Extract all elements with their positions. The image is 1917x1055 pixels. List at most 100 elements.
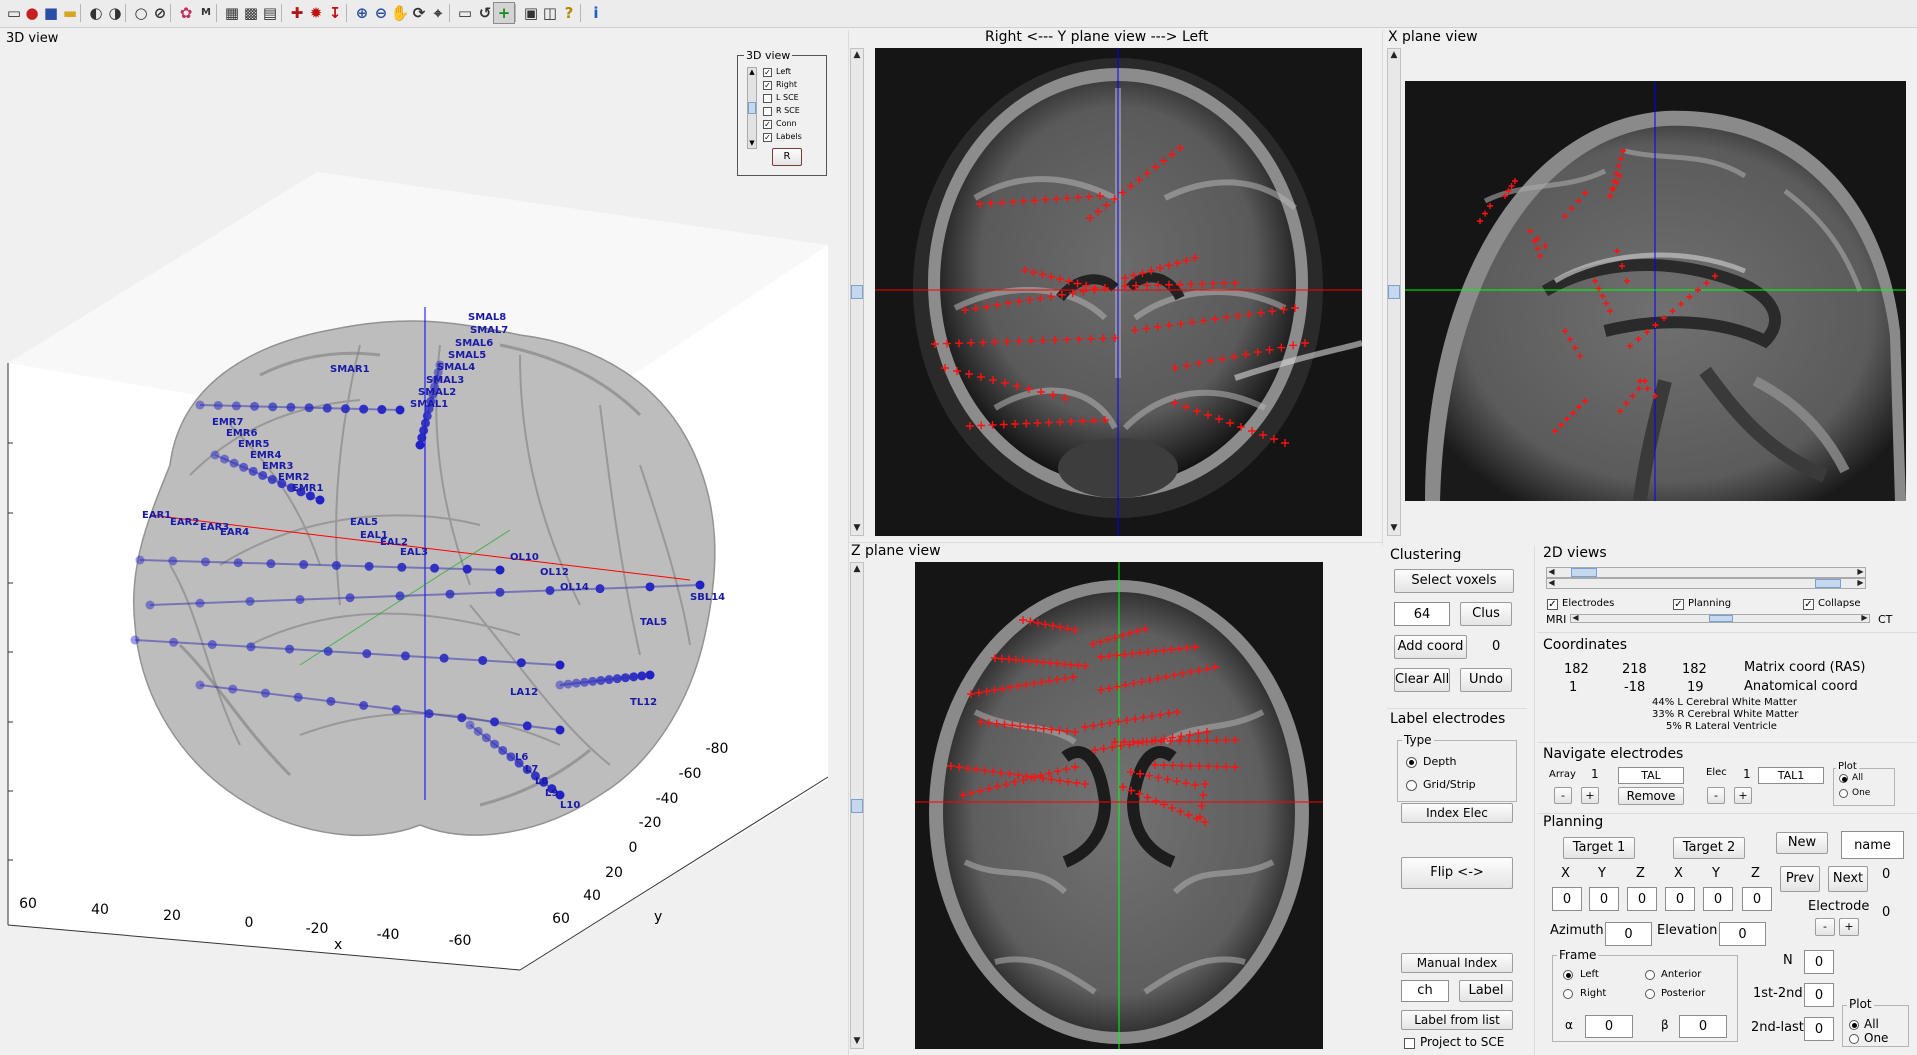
zplane-image[interactable] — [915, 562, 1323, 1049]
navigate-plot-one-radio[interactable] — [1839, 789, 1848, 798]
color-wheel-tool-button[interactable]: ✿ — [175, 2, 197, 24]
mri-tool-button[interactable]: M — [195, 2, 217, 24]
prev-button[interactable]: Prev — [1780, 866, 1820, 892]
legend-checkbox[interactable] — [763, 94, 772, 103]
frame-left-radio[interactable] — [1563, 970, 1573, 980]
target1-button[interactable]: Target 1 — [1563, 837, 1635, 859]
yplane-scrollbar[interactable]: ▲ ▼ — [850, 48, 864, 536]
frame-right-radio[interactable] — [1563, 989, 1573, 999]
cluster-size-input[interactable] — [1394, 602, 1450, 626]
zplane-scroll-thumb[interactable] — [851, 799, 863, 813]
second-last-input[interactable] — [1804, 1017, 1834, 1041]
xplane-scrollbar[interactable]: ▲ ▼ — [1387, 48, 1401, 536]
planning-coord-input[interactable] — [1589, 887, 1619, 911]
n-input[interactable] — [1804, 950, 1834, 974]
views2d-slider-top[interactable]: ◀ ▶ — [1546, 567, 1866, 578]
brain-crossed-tool-button[interactable]: ◑ — [104, 2, 126, 24]
legend-scroll-thumb[interactable] — [748, 102, 756, 114]
azimuth-input[interactable] — [1605, 922, 1652, 946]
manual-index-button[interactable]: Manual Index — [1401, 953, 1513, 973]
new-plan-button[interactable]: New — [1776, 832, 1828, 854]
select-voxels-button[interactable]: Select voxels — [1394, 569, 1514, 593]
elevation-input[interactable] — [1719, 922, 1766, 946]
slider-left-icon[interactable]: ◀ — [1571, 613, 1580, 622]
elec-minus-button[interactable]: - — [1707, 787, 1725, 804]
scroll-down-icon[interactable]: ▼ — [851, 1035, 863, 1048]
electrode-minus-button[interactable]: - — [1815, 918, 1835, 936]
views2d-slider-bottom[interactable]: ◀ ▶ — [1546, 578, 1866, 589]
target2-button[interactable]: Target 2 — [1673, 837, 1745, 859]
scroll-up-icon[interactable]: ▲ — [851, 49, 863, 62]
add-plot-tool-button[interactable]: + — [493, 2, 515, 24]
legend-checkbox[interactable]: ✓ — [763, 120, 772, 129]
plan-name-input[interactable] — [1841, 831, 1904, 859]
next-button[interactable]: Next — [1828, 866, 1868, 892]
scroll-up-icon[interactable]: ▲ — [748, 68, 756, 76]
slider-thumb[interactable] — [1815, 579, 1841, 588]
undo-button[interactable]: Undo — [1460, 668, 1512, 692]
array-minus-button[interactable]: - — [1554, 787, 1572, 804]
legend-scrollbar[interactable]: ▲ ▼ — [747, 67, 757, 149]
array-plus-button[interactable]: + — [1581, 787, 1599, 804]
electrodes-checkbox[interactable]: ✓ — [1547, 599, 1558, 610]
scroll-down-icon[interactable]: ▼ — [748, 139, 756, 147]
frame-anterior-radio[interactable] — [1645, 970, 1655, 980]
depth-radio[interactable] — [1406, 757, 1417, 768]
mri-ct-slider-thumb[interactable] — [1709, 615, 1733, 622]
document-tool-button[interactable]: ▤ — [259, 2, 281, 24]
scroll-up-icon[interactable]: ▲ — [851, 563, 863, 576]
project-to-sce-checkbox[interactable] — [1404, 1038, 1415, 1049]
planning-coord-input[interactable] — [1665, 887, 1695, 911]
planning-coord-input[interactable] — [1742, 887, 1772, 911]
label-button[interactable]: Label — [1459, 980, 1513, 1002]
view3d-canvas[interactable]: SMAL8 SMAL7 SMAL6SMAL5SMAL4 SMAL3SMAL2SMAL1… — [0, 45, 848, 1055]
slider-right-icon[interactable]: ▶ — [1860, 613, 1869, 622]
data-cursor-tool-button[interactable]: ⌖ — [427, 2, 449, 24]
planning-coord-input[interactable] — [1552, 887, 1582, 911]
array-name-input[interactable] — [1618, 767, 1684, 784]
first-second-input[interactable] — [1804, 983, 1834, 1007]
planning-checkbox[interactable]: ✓ — [1673, 599, 1684, 610]
lasso-crossed-tool-button[interactable]: ⊘ — [149, 2, 171, 24]
label-from-list-button[interactable]: Label from list — [1401, 1010, 1513, 1030]
legend-checkbox[interactable]: ✓ — [763, 133, 772, 142]
open-folder-tool-button[interactable]: ▬ — [59, 2, 81, 24]
scroll-down-icon[interactable]: ▼ — [851, 522, 863, 535]
colorbar-tool-button[interactable]: ▭ — [454, 2, 476, 24]
elec-plus-button[interactable]: + — [1734, 787, 1752, 804]
clear-all-button[interactable]: Clear All — [1394, 668, 1450, 692]
yplane-image[interactable] — [875, 48, 1362, 536]
flip-button[interactable]: Flip <-> — [1401, 857, 1513, 889]
legend-r-button[interactable]: R — [772, 148, 802, 166]
planning-plot-one-radio[interactable] — [1849, 1034, 1859, 1044]
collapse-checkbox[interactable]: ✓ — [1803, 599, 1814, 610]
electrode-plus-button[interactable]: + — [1839, 918, 1859, 936]
remove-button[interactable]: Remove — [1618, 787, 1684, 805]
clus-button[interactable]: Clus — [1460, 602, 1512, 626]
xplane-image[interactable] — [1405, 81, 1906, 501]
elec-name-input[interactable] — [1758, 767, 1824, 784]
info-tool-button[interactable]: i — [585, 2, 607, 24]
slider-left-icon[interactable]: ◀ — [1547, 578, 1556, 587]
planning-coord-input[interactable] — [1627, 887, 1657, 911]
legend-checkbox[interactable]: ✓ — [763, 68, 772, 77]
navigate-plot-all-radio[interactable] — [1839, 774, 1848, 783]
yplane-scroll-thumb[interactable] — [851, 285, 863, 299]
legend-checkbox[interactable]: ✓ — [763, 81, 772, 90]
planning-plot-all-radio[interactable] — [1849, 1020, 1859, 1030]
planning-coord-input[interactable] — [1703, 887, 1733, 911]
slider-right-icon[interactable]: ▶ — [1856, 578, 1865, 587]
xplane-scroll-thumb[interactable] — [1388, 285, 1400, 299]
grid-strip-radio[interactable] — [1406, 780, 1417, 791]
index-elec-button[interactable]: Index Elec — [1401, 803, 1513, 823]
label-input[interactable] — [1401, 980, 1449, 1002]
help-tool-button[interactable]: ? — [558, 2, 580, 24]
alpha-input[interactable] — [1585, 1015, 1633, 1038]
slider-right-icon[interactable]: ▶ — [1856, 567, 1865, 576]
add-coord-button[interactable]: Add coord — [1394, 635, 1467, 659]
slider-left-icon[interactable]: ◀ — [1547, 567, 1556, 576]
scroll-down-icon[interactable]: ▼ — [1388, 522, 1400, 535]
beta-input[interactable] — [1679, 1015, 1727, 1038]
scroll-up-icon[interactable]: ▲ — [1388, 49, 1400, 62]
slider-thumb[interactable] — [1571, 568, 1597, 577]
